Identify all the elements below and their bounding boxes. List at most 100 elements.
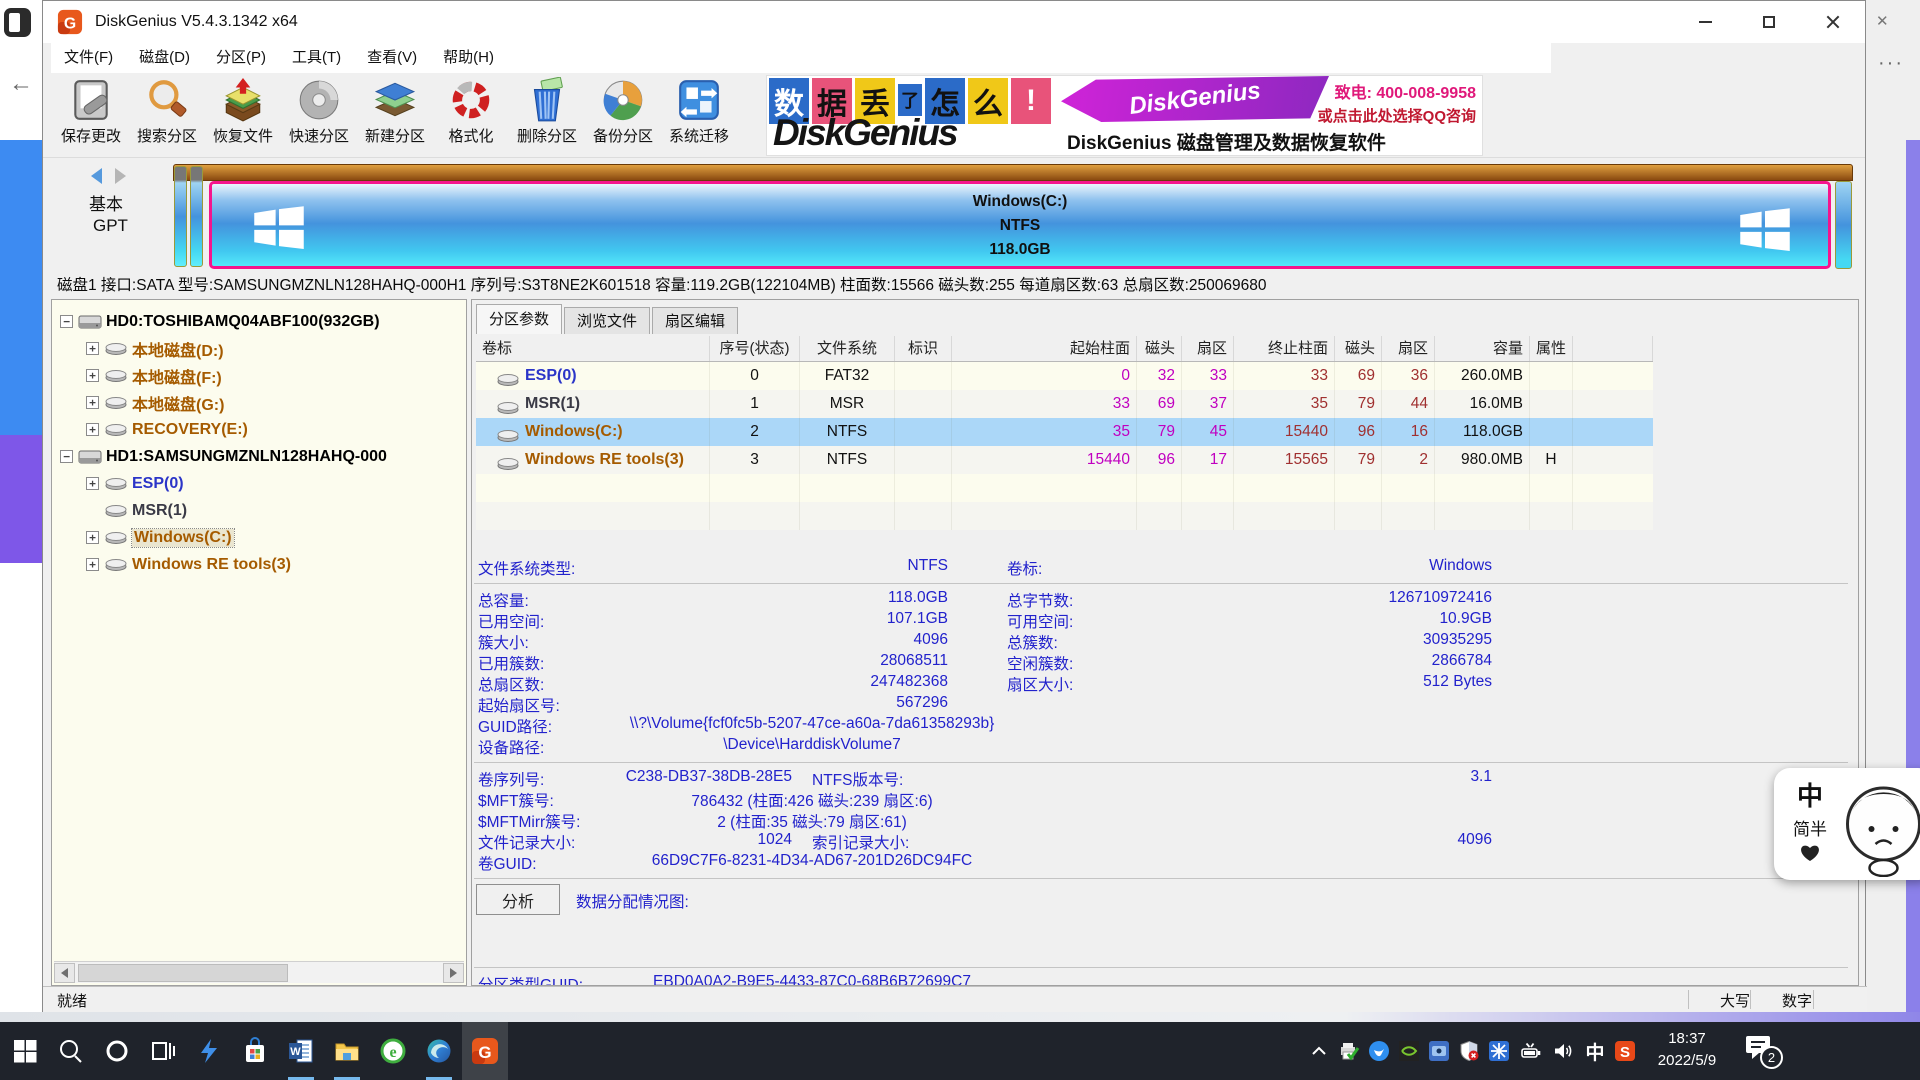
ime-status-widget[interactable]: 中 简半 [1774, 768, 1920, 880]
table-header-cell[interactable]: 标识 [895, 336, 952, 361]
tree-expander[interactable]: + [86, 369, 99, 382]
tree-partition-item[interactable]: +ESP(0) [52, 470, 466, 497]
table-header-cell[interactable]: 容量 [1435, 336, 1530, 361]
tree-expander[interactable]: + [86, 423, 99, 436]
tree-expander[interactable]: + [86, 342, 99, 355]
table-header-cell[interactable]: 磁头 [1137, 336, 1182, 361]
tray-dingtalk-icon[interactable] [1366, 1038, 1392, 1064]
taskbar-start-button[interactable] [2, 1022, 48, 1080]
tree-partition-item[interactable]: +本地磁盘(D:) [52, 335, 466, 362]
tab-0[interactable]: 分区参数 [476, 304, 562, 334]
diskbar-partition-winre[interactable] [1835, 181, 1852, 269]
analyze-button[interactable]: 分析 [476, 884, 560, 915]
diskbar-partition-esp[interactable] [174, 166, 187, 267]
tree-partition-item[interactable]: +本地磁盘(G:) [52, 389, 466, 416]
tree-partition-item[interactable]: +本地磁盘(F:) [52, 362, 466, 389]
tree-partition-item[interactable]: +RECOVERY(E:) [52, 416, 466, 443]
tree-disk-item[interactable]: −HD1:SAMSUNGMZNLN128HAHQ-000 [52, 443, 466, 470]
taskbar-diskgenius-button[interactable]: G [462, 1022, 508, 1080]
toolbar-format-button[interactable]: 格式化 [433, 77, 509, 153]
tray-volume-icon[interactable] [1550, 1038, 1576, 1064]
table-header-cell[interactable]: 磁头 [1335, 336, 1382, 361]
maximize-button[interactable] [1737, 1, 1801, 43]
tray-intel-graphics-icon[interactable] [1426, 1038, 1452, 1064]
tree-disk-item[interactable]: −HD0:TOSHIBAMQ04ABF100(932GB) [52, 308, 466, 335]
tree-expander[interactable]: + [86, 531, 99, 544]
menu-item-5[interactable]: 帮助(H) [430, 43, 507, 73]
detail-row: 文件系统类型:NTFS卷标:Windows [472, 557, 1859, 578]
tree-horizontal-scrollbar[interactable] [54, 961, 464, 983]
tree-partition-item[interactable]: +Windows RE tools(3) [52, 551, 466, 578]
table-row-windows-c-[interactable]: Windows(C:)2NTFS357945154409616118.0GB [476, 418, 1653, 446]
toolbar-delete-partition-button[interactable]: 删除分区 [509, 77, 585, 153]
taskbar-green-browser-button[interactable]: e [370, 1022, 416, 1080]
screen: ← ✕ ··· G DiskGenius V5.4.3.1342 x64 文件(… [0, 0, 1920, 1080]
detail-value: 30935295 [1182, 631, 1492, 649]
toolbar-search-partition-button[interactable]: 搜索分区 [129, 77, 205, 153]
menu-item-4[interactable]: 查看(V) [354, 43, 430, 73]
table-header-cell[interactable]: 序号(状态) [710, 336, 800, 361]
tray-printer-icon[interactable] [1336, 1038, 1362, 1064]
tree-partition-item[interactable]: MSR(1) [52, 497, 466, 524]
toolbar-save-button[interactable]: 保存更改 [53, 77, 129, 153]
table-row-msr-1-[interactable]: MSR(1)1MSR33693735794416.0MB [476, 390, 1653, 418]
diskbar-partition-windows-c[interactable]: Windows(C:) NTFS 118.0GB [209, 181, 1831, 269]
taskbar-clock[interactable]: 18:37 2022/5/9 [1646, 1028, 1728, 1072]
table-row-esp-0-[interactable]: ESP(0)0FAT3203233336936260.0MB [476, 362, 1653, 390]
tab-2[interactable]: 扇区编辑 [652, 307, 738, 334]
menu-item-2[interactable]: 分区(P) [203, 43, 279, 73]
scroll-right-button[interactable] [443, 963, 464, 983]
detail-value: 512 Bytes [1182, 673, 1492, 691]
ad-banner[interactable]: 数据丢了怎么! DiskGenius DiskGenius 致电: 400-00… [766, 75, 1483, 156]
table-cell [1530, 390, 1573, 418]
tree-partition-item[interactable]: +Windows(C:) [52, 524, 466, 551]
taskbar-thunder-button[interactable] [186, 1022, 232, 1080]
taskbar-microsoft-store-button[interactable] [232, 1022, 278, 1080]
toolbar-system-migrate-button[interactable]: 系统迁移 [661, 77, 737, 153]
ad-qq-link[interactable]: 或点击此处选择QQ咨询 [1318, 105, 1476, 126]
toolbar-backup-partition-button[interactable]: 备份分区 [585, 77, 661, 153]
table-header-cell[interactable]: 扇区 [1182, 336, 1234, 361]
tree-expander[interactable]: + [86, 477, 99, 490]
minimize-button[interactable] [1673, 1, 1737, 43]
toolbar-recover-files-button[interactable]: 恢复文件 [205, 77, 281, 153]
tray-ime-mode-icon[interactable]: 中 [1582, 1038, 1608, 1064]
table-header-cell[interactable]: 属性 [1530, 336, 1573, 361]
close-button[interactable] [1801, 1, 1865, 43]
tree-expander[interactable]: − [60, 315, 73, 328]
table-header-cell[interactable]: 卷标 [476, 336, 710, 361]
menu-item-3[interactable]: 工具(T) [279, 43, 354, 73]
tray-sogou-icon[interactable]: S [1612, 1038, 1638, 1064]
tray-snowflake-app-icon[interactable] [1486, 1038, 1512, 1064]
taskbar-edge-button[interactable] [416, 1022, 462, 1080]
table-header-cell[interactable] [1573, 336, 1653, 361]
tree-expander[interactable]: − [60, 450, 73, 463]
scroll-left-button[interactable] [54, 963, 75, 983]
table-header-cell[interactable]: 起始柱面 [952, 336, 1137, 361]
toolbar-quick-partition-button[interactable]: 快速分区 [281, 77, 357, 153]
taskbar-word-button[interactable]: W [278, 1022, 324, 1080]
table-header-cell[interactable]: 文件系统 [800, 336, 895, 361]
scrollbar-thumb[interactable] [78, 964, 288, 982]
tree-expander[interactable]: + [86, 396, 99, 409]
table-header-cell[interactable]: 终止柱面 [1234, 336, 1335, 361]
tray-hidden-icons-icon[interactable] [1306, 1038, 1332, 1064]
diskbar-partition-msr[interactable] [190, 166, 203, 267]
tray-security-icon[interactable] [1456, 1038, 1482, 1064]
tab-1[interactable]: 浏览文件 [564, 307, 650, 334]
menu-item-1[interactable]: 磁盘(D) [126, 43, 203, 73]
prev-disk-arrow-icon[interactable] [91, 168, 102, 184]
table-header-cell[interactable]: 扇区 [1382, 336, 1435, 361]
taskbar-file-explorer-button[interactable] [324, 1022, 370, 1080]
tree-expander[interactable]: + [86, 558, 99, 571]
taskbar-search-button[interactable] [48, 1022, 94, 1080]
taskbar-cortana-button[interactable] [94, 1022, 140, 1080]
notification-center-button[interactable]: 2 [1744, 1034, 1790, 1070]
next-disk-arrow-icon[interactable] [115, 168, 126, 184]
tray-nvidia-icon[interactable] [1396, 1038, 1422, 1064]
tray-power-icon[interactable] [1518, 1038, 1544, 1064]
table-row-windows-re-tools-3-[interactable]: Windows RE tools(3)3NTFS1544096171556579… [476, 446, 1653, 474]
toolbar-new-partition-button[interactable]: 新建分区 [357, 77, 433, 153]
taskbar-task-view-button[interactable] [140, 1022, 186, 1080]
menu-item-0[interactable]: 文件(F) [51, 43, 126, 73]
